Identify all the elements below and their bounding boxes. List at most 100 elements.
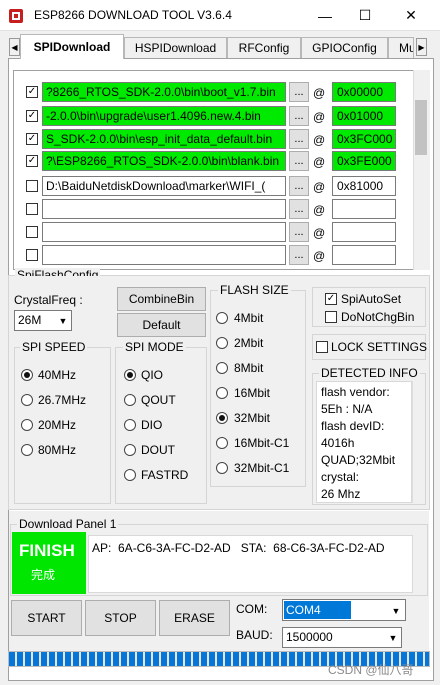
do-not-chg-bin-label: DoNotChgBin	[341, 310, 415, 324]
spi-speed-label: 80MHz	[38, 443, 77, 457]
browse-button[interactable]: ...	[289, 129, 309, 149]
file-checkbox[interactable]	[26, 226, 38, 238]
file-path-field[interactable]	[42, 245, 286, 265]
flash-address-field[interactable]	[332, 222, 396, 242]
default-label: Default	[142, 318, 181, 332]
com-label: COM:	[236, 602, 268, 616]
close-button[interactable]: ✕	[388, 0, 434, 31]
flash-address-field[interactable]	[332, 245, 396, 265]
combine-bin-button[interactable]: CombineBin	[117, 287, 206, 311]
spi-speed-radio[interactable]	[21, 394, 33, 406]
flash-address-field[interactable]: 0x01000	[332, 106, 396, 126]
detected-info-scrollbar[interactable]	[412, 381, 425, 503]
tab-label: SPIDownload	[33, 40, 111, 54]
info-line: crystal:	[321, 470, 360, 484]
at-label: @	[313, 155, 326, 169]
chevron-right-icon: ▶	[418, 42, 425, 52]
spi-mode-radio[interactable]	[124, 394, 136, 406]
do-not-chg-bin-checkbox[interactable]	[325, 311, 337, 323]
file-checkbox[interactable]: ✓	[26, 86, 38, 98]
info-line: 4016h	[321, 436, 355, 450]
file-checkbox[interactable]: ✓	[26, 110, 38, 122]
file-path-field[interactable]: D:\BaiduNetdiskDownload\marker\WIFI_(	[42, 176, 286, 196]
flash-size-label: 16Mbit-C1	[234, 436, 290, 450]
at-label: @	[313, 133, 326, 147]
erase-button[interactable]: ERASE	[159, 600, 230, 636]
file-checkbox[interactable]	[26, 249, 38, 261]
flash-size-radio[interactable]	[216, 312, 228, 324]
spi-mode-radio[interactable]	[124, 444, 136, 456]
check-icon: ✓	[27, 110, 37, 121]
file-checkbox[interactable]	[26, 180, 38, 192]
flash-address-field[interactable]: 0x3FE000	[332, 151, 396, 171]
stop-label: STOP	[104, 611, 137, 625]
browse-button[interactable]: ...	[289, 106, 309, 126]
spi-mode-radio[interactable]	[124, 419, 136, 431]
window-title: ESP8266 DOWNLOAD TOOL V3.6.4	[34, 8, 232, 22]
file-path-field[interactable]: ?\ESP8266_RTOS_SDK-2.0.0\bin\blank.bin	[42, 151, 286, 171]
flash-size-label: 16Mbit	[234, 386, 271, 400]
flash-size-radio[interactable]	[216, 462, 228, 474]
start-label: START	[27, 611, 66, 625]
file-checkbox[interactable]: ✓	[26, 155, 38, 167]
tab-rfconfig[interactable]: RFConfig	[227, 37, 301, 58]
spi-speed-radio[interactable]	[21, 444, 33, 456]
mac-info-text: AP: 6A-C6-3A-FC-D2-AD STA: 68-C6-3A-FC-D…	[92, 541, 385, 555]
lock-settings-label: LOCK SETTINGS	[331, 340, 428, 354]
file-path-field[interactable]: S_SDK-2.0.0\bin\esp_init_data_default.bi…	[42, 129, 286, 149]
spi-speed-radio[interactable]	[21, 419, 33, 431]
start-button[interactable]: START	[11, 600, 82, 636]
stop-button[interactable]: STOP	[85, 600, 156, 636]
close-icon: ✕	[405, 7, 417, 23]
flash-address-field[interactable]: 0x00000	[332, 82, 396, 102]
check-icon: ✓	[27, 155, 37, 166]
flash-size-radio[interactable]	[216, 362, 228, 374]
scrollbar-thumb[interactable]	[415, 100, 427, 155]
at-label: @	[313, 86, 326, 100]
baud-select[interactable]: 1500000	[282, 627, 402, 648]
watermark: CSDN @仙八哥	[328, 663, 414, 677]
flash-size-label: 32Mbit-C1	[234, 461, 290, 475]
file-path-field[interactable]: -2.0.0\bin\upgrade\user1.4096.new.4.bin	[42, 106, 286, 126]
file-checkbox[interactable]: ✓	[26, 133, 38, 145]
check-icon: ✓	[27, 133, 37, 144]
flash-address-field[interactable]	[332, 199, 396, 219]
tab-scroll-left[interactable]: ◀	[9, 38, 20, 56]
status-text: FINISH	[19, 541, 75, 560]
check-icon: ✓	[326, 293, 336, 304]
tab-gpioconfig[interactable]: GPIOConfig	[301, 37, 388, 58]
spi-mode-label: DOUT	[141, 443, 175, 457]
flash-size-label: 4Mbit	[234, 311, 264, 325]
file-path-field[interactable]: ?8266_RTOS_SDK-2.0.0\bin\boot_v1.7.bin	[42, 82, 286, 102]
flash-address-field[interactable]: 0x81000	[332, 176, 396, 196]
spi-speed-radio[interactable]	[21, 369, 33, 381]
spi-mode-radio[interactable]	[124, 469, 136, 481]
browse-button[interactable]: ...	[289, 82, 309, 102]
spi-auto-set-checkbox[interactable]: ✓	[325, 293, 337, 305]
spi-mode-label: FASTRD	[141, 468, 189, 482]
maximize-button[interactable]: ☐	[342, 0, 388, 31]
tab-spidownload[interactable]: SPIDownload	[20, 34, 124, 59]
spi-mode-label: QIO	[141, 368, 164, 382]
default-button[interactable]: Default	[117, 313, 206, 337]
flash-size-radio[interactable]	[216, 387, 228, 399]
tab-hspidownload[interactable]: HSPIDownload	[124, 37, 227, 58]
browse-button[interactable]: ...	[289, 199, 309, 219]
flash-size-radio[interactable]	[216, 412, 228, 424]
file-checkbox[interactable]	[26, 203, 38, 215]
file-path-field[interactable]	[42, 222, 286, 242]
flash-size-radio[interactable]	[216, 437, 228, 449]
spi-mode-radio[interactable]	[124, 369, 136, 381]
flash-address-field[interactable]: 0x3FC000	[332, 129, 396, 149]
check-icon: ✓	[27, 86, 37, 97]
browse-button[interactable]: ...	[289, 151, 309, 171]
flash-size-label: 2Mbit	[234, 336, 264, 350]
flash-size-radio[interactable]	[216, 337, 228, 349]
browse-button[interactable]: ...	[289, 176, 309, 196]
lock-settings-checkbox[interactable]	[316, 341, 328, 353]
file-path-field[interactable]	[42, 199, 286, 219]
browse-button[interactable]: ...	[289, 222, 309, 242]
tab-scroll-right[interactable]: ▶	[416, 38, 427, 56]
tab-more[interactable]: Mu	[388, 37, 414, 58]
browse-button[interactable]: ...	[289, 245, 309, 265]
